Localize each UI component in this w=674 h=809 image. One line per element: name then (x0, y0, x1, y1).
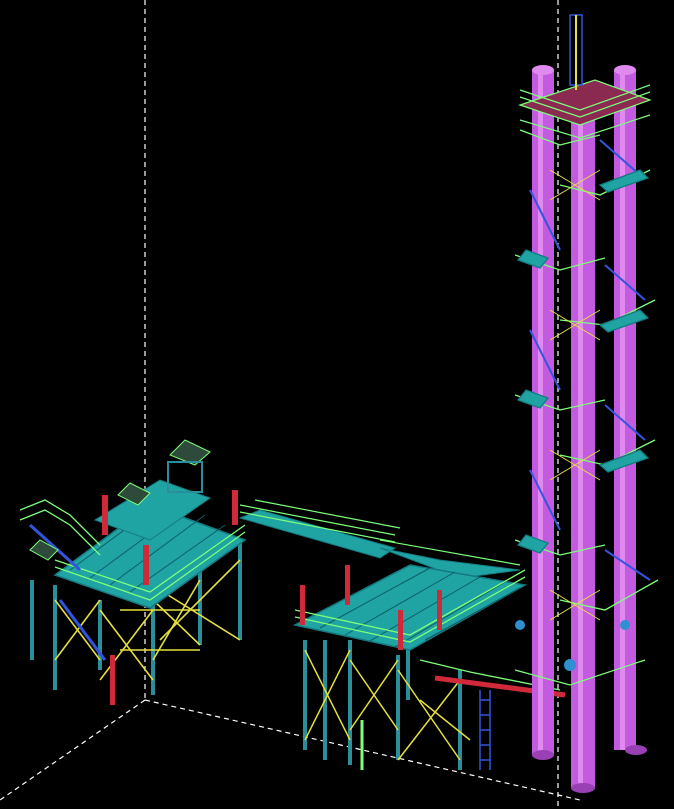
middle-walkway[interactable] (238, 499, 521, 579)
structure-model[interactable] (0, 0, 674, 809)
axis-line-diagonal (0, 699, 146, 801)
left-platform[interactable] (19, 439, 247, 705)
four-pillar-tower[interactable] (514, 14, 659, 793)
walkway-deck (238, 509, 397, 559)
right-platform[interactable] (292, 564, 566, 770)
tower-mast (569, 14, 583, 90)
ladder-cage (479, 690, 491, 770)
cad-3d-viewport[interactable] (0, 0, 674, 809)
right-platform-deck (292, 564, 528, 651)
